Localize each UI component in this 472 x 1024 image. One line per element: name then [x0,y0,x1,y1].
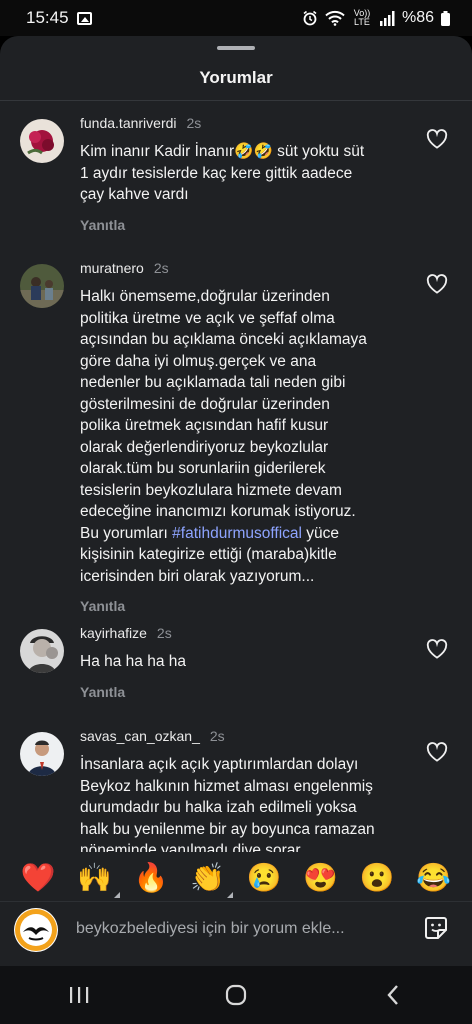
emoji-quick-bar: ❤️ 🙌 🔥 👏 😢 😍 😮 😂 [0,855,472,901]
system-navigation-bar [0,966,472,1024]
emoji-heart[interactable]: ❤️ [21,862,56,894]
comment-time: 2s [209,728,225,744]
comment-input-bar: beykozbelediyesi için bir yorum ekle... [0,901,472,966]
comment-username[interactable]: funda.tanriverdi [80,115,177,131]
home-button[interactable] [206,975,266,1015]
comment-text-start: Halkı önemseme,doğrular üzerinden politi… [80,288,367,542]
my-avatar[interactable] [14,908,58,952]
emoji-laughing[interactable]: 😂 [416,862,451,894]
recent-apps-icon [69,987,88,1003]
avatar[interactable] [20,119,64,163]
emoji-clapping[interactable]: 👏 [190,862,234,898]
reply-button[interactable]: Yanıtla [80,684,410,700]
drag-handle[interactable] [217,46,255,50]
sticker-icon[interactable] [422,914,450,942]
like-heart-icon[interactable] [426,639,448,659]
volte-indicator: Vo)) LTE [353,8,371,27]
back-chevron-icon [387,985,399,1005]
emoji-glyph: 👏 [190,862,226,893]
emoji-crying[interactable]: 😢 [247,862,282,894]
comment-time: 2s [156,625,172,641]
home-icon [225,984,247,1006]
emoji-raised-hands[interactable]: 🙌 [77,862,121,898]
comment-text: Kim inanır Kadir İnanır🤣🤣 süt yoktu süt … [80,143,365,203]
comment-username[interactable]: muratnero [80,260,144,276]
avatar[interactable] [20,629,64,673]
emoji-fire[interactable]: 🔥 [134,862,169,894]
avatar[interactable] [20,264,64,308]
divider [0,100,472,101]
avatar[interactable] [20,732,64,776]
recent-apps-button[interactable] [49,975,109,1015]
hashtag-link[interactable]: #fatihdurmusoffical [172,525,302,542]
comment-input[interactable]: beykozbelediyesi için bir yorum ekle... [76,920,345,938]
gallery-notification-icon [76,11,92,25]
status-bar: 15:45 Vo)) LTE %86 [0,0,472,36]
back-button[interactable] [363,975,423,1015]
comment-text: Ha ha ha ha ha [80,653,187,670]
battery-icon [441,10,450,26]
comment-time: 2s [186,115,202,131]
wifi-icon [325,10,345,26]
comment-text: İnsanlara açık açık yaptırımlardan dolay… [80,756,375,852]
alarm-icon [303,10,317,26]
battery-percent: %86 [401,9,434,26]
like-heart-icon[interactable] [426,742,448,762]
reply-button[interactable]: Yanıtla [80,598,410,614]
sheet-title: Yorumlar [199,68,273,87]
emoji-glyph: 🙌 [77,862,113,893]
skin-tone-indicator [227,892,234,898]
comment-text: Halkı önemseme,doğrular üzerinden politi… [80,286,410,587]
comments-sheet: Yorumlar funda.tanriverdi 2s Kim inanır … [0,36,472,966]
signal-icon [379,10,395,26]
emoji-surprised[interactable]: 😮 [360,862,395,894]
comment-username[interactable]: kayirhafize [80,625,147,641]
skin-tone-indicator [114,892,121,898]
like-heart-icon[interactable] [426,129,448,149]
status-time: 15:45 [26,8,69,27]
reply-button[interactable]: Yanıtla [80,217,410,233]
emoji-heart-eyes[interactable]: 😍 [303,862,338,894]
comment-time: 2s [153,260,169,276]
comment-username[interactable]: savas_can_ozkan_ [80,728,200,744]
like-heart-icon[interactable] [426,274,448,294]
